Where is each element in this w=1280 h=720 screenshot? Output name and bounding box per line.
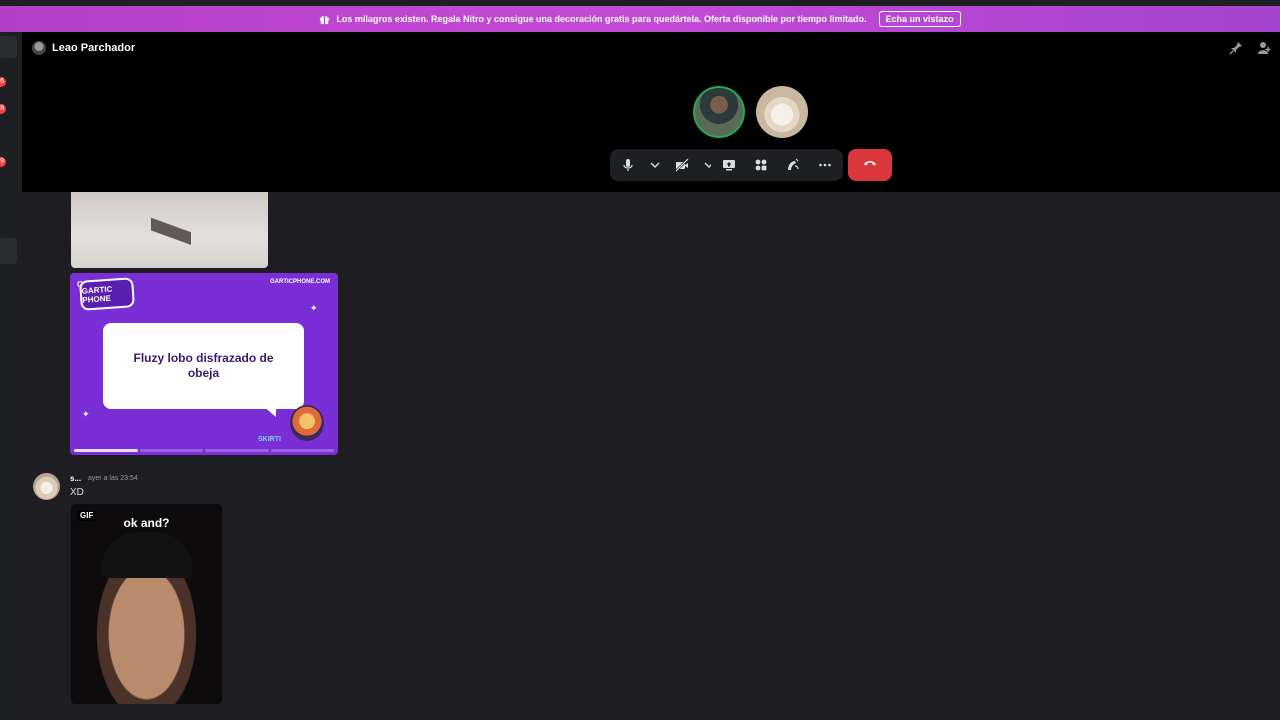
gartic-progress [74,449,334,452]
chat-messages: GIF GARTIC PHONE GARTICPHONE.COM ✦ ✦ Flu… [22,192,1280,720]
chevron-down-icon[interactable] [648,153,662,177]
activity-controls [711,149,843,181]
channel-name: Leao Parchador [52,42,136,54]
bubble-tail [262,405,276,417]
media-controls [610,149,722,181]
gartic-mascot [290,405,324,441]
gartic-gif-attachment[interactable]: GIF GARTIC PHONE GARTICPHONE.COM ✦ ✦ Flu… [70,273,338,455]
sparkle-icon: ✦ [82,409,90,419]
voice-call-area: Leao Parchador [22,32,1280,192]
channel-avatar [32,41,46,55]
gif-subject [101,532,193,578]
participant-avatar[interactable] [756,86,808,138]
hangup-button[interactable] [848,149,892,181]
image-attachment[interactable] [71,192,268,268]
nitro-promo-banner: Los milagros existen. Regala Nitro y con… [0,6,1280,32]
server-icon[interactable] [0,238,17,264]
message-text: XD [70,487,84,498]
banner-text: Los milagros existen. Regala Nitro y con… [336,14,867,24]
call-header: Leao Parchador [32,41,135,55]
gartic-prompt-bubble: Fluzy lobo disfrazado de obeja [103,323,304,409]
gartic-site-label: GARTICPHONE.COM [270,279,330,285]
mention-badge: 9 [0,157,6,167]
gift-icon [319,14,330,25]
soundboard-icon[interactable] [781,153,805,177]
gartic-player-name: SKIRTI [258,436,281,443]
message-timestamp: ayer a las 23:54 [88,475,138,482]
gartic-prompt-text: Fluzy lobo disfrazado de obeja [133,351,274,380]
message-author[interactable]: s... [70,474,81,483]
add-friend-icon[interactable] [1257,41,1271,55]
activities-icon[interactable] [749,153,773,177]
gif-badge: GIF [77,510,97,521]
pin-icon[interactable] [1229,41,1243,55]
gartic-phone-logo: GARTIC PHONE [79,277,135,311]
mention-badge: 8 [0,104,6,114]
mention-badge: 6 [0,77,6,87]
sparkle-icon: ✦ [310,303,318,313]
server-icon[interactable] [0,36,17,58]
avatar[interactable] [33,473,60,500]
screen-share-icon[interactable] [717,153,741,177]
hangup-icon [863,156,877,175]
more-icon[interactable] [813,153,837,177]
microphone-icon[interactable] [616,153,640,177]
banner-cta-button[interactable]: Echa un vistazo [878,11,961,27]
server-rail: 6 8 9 + [0,32,22,720]
camera-off-icon[interactable] [670,153,694,177]
ok-and-gif-attachment[interactable]: ok and? GIF [71,504,222,704]
participant-avatar[interactable] [693,86,745,138]
